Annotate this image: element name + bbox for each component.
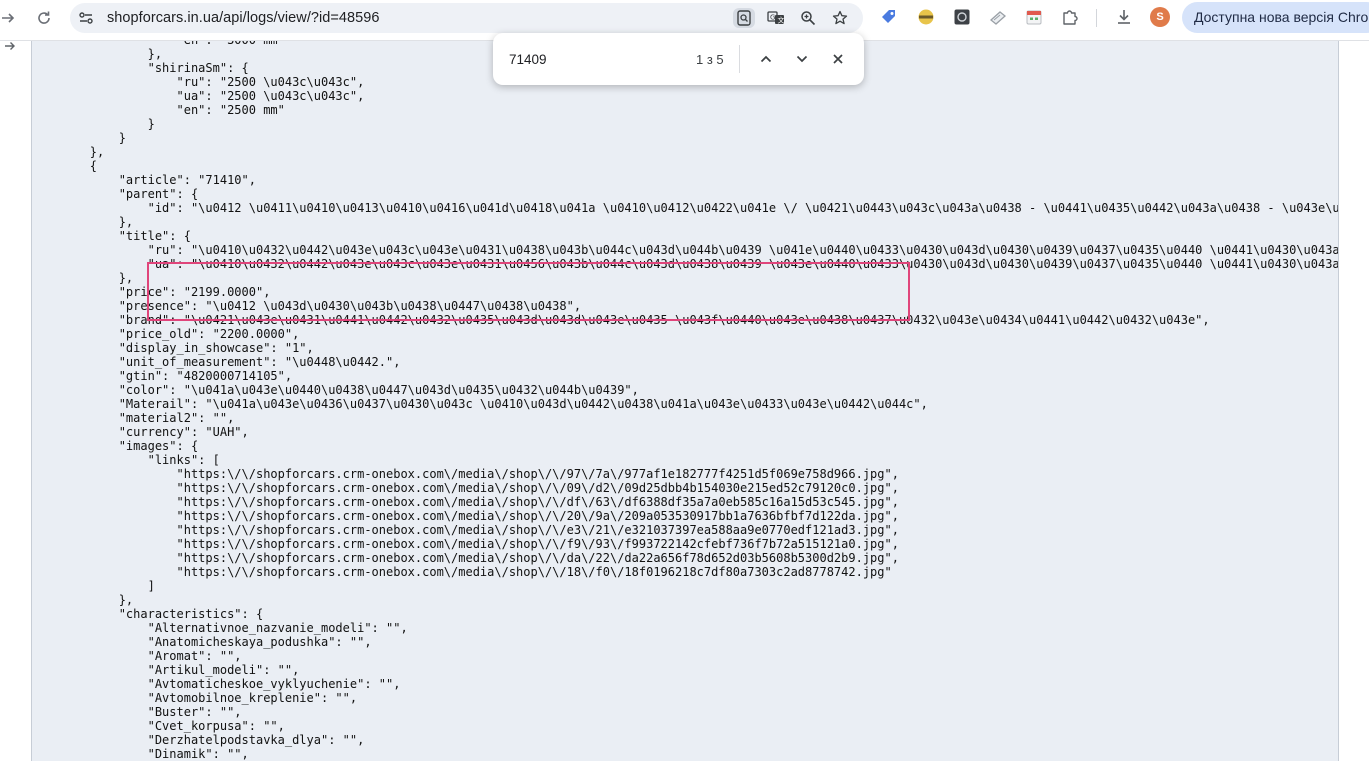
collapse-arrow-icon[interactable] [2, 38, 18, 54]
json-line: "links": [ [32, 453, 220, 467]
json-line: "parent": { [32, 187, 199, 201]
json-line: }, [32, 145, 105, 159]
coin-extension-icon[interactable] [917, 8, 935, 26]
json-line: "currency": "UAH", [32, 425, 249, 439]
json-line: "material2": "", [32, 411, 235, 425]
find-bar: 71409 1 з 5 [493, 33, 864, 85]
json-line: "Cvet_korpusa": "", [32, 719, 285, 733]
json-line: "id": "\u0412 \u0411\u0410\u0413\u0410\u… [32, 201, 1339, 215]
translate-icon[interactable]: G文 [765, 8, 787, 28]
address-bar[interactable]: shopforcars.in.ua/api/logs/view/?id=4859… [70, 3, 863, 33]
json-line: "characteristics": { [32, 607, 264, 621]
json-line: } [32, 117, 155, 131]
json-line: "Anatomicheskaya_podushka": "", [32, 635, 372, 649]
json-line: "Dinamik": "", [32, 747, 249, 761]
json-line: "Artikul_modeli": "", [32, 663, 300, 677]
json-line: "Buster": "", [32, 705, 242, 719]
find-separator [739, 45, 740, 73]
find-match-count: 1 з 5 [696, 52, 724, 67]
dark-square-extension-icon[interactable] [953, 8, 971, 26]
json-line: } [32, 131, 126, 145]
calendar-extension-icon[interactable] [1025, 8, 1043, 26]
price-tag-extension-icon[interactable] [880, 8, 898, 26]
json-line: { [32, 159, 98, 173]
svg-text:文: 文 [778, 16, 785, 25]
update-label: Доступна нова версія Chrome [1194, 9, 1369, 25]
json-line: }, [32, 215, 134, 229]
json-line: "Avtomaticheskoe_vyklyuchenie": "", [32, 677, 401, 691]
title-highlight-box [147, 262, 910, 321]
json-line: "title": { [32, 229, 191, 243]
json-line: "https:\/\/shopforcars.crm-onebox.com\/m… [32, 523, 899, 537]
json-viewer: "en": "3000 mm" }, "shirinaSm": { "ru": … [31, 41, 1339, 761]
json-line: ] [32, 579, 155, 593]
json-line: "https:\/\/shopforcars.crm-onebox.com\/m… [32, 495, 899, 509]
extensions-puzzle-icon[interactable] [1061, 8, 1079, 26]
json-line: "color": "\u041a\u043e\u0440\u0438\u0447… [32, 383, 639, 397]
json-line: "ua": "2500 \u043c\u043c", [32, 89, 365, 103]
json-line: "Avtomobilnoe_kreplenie": "", [32, 691, 358, 705]
wallet-extension-icon[interactable] [989, 8, 1007, 26]
json-line: "Aromat": "", [32, 649, 242, 663]
json-line: "https:\/\/shopforcars.crm-onebox.com\/m… [32, 537, 899, 551]
bookmark-star-icon[interactable] [829, 8, 851, 28]
json-line: "en": "2500 mm" [32, 103, 285, 117]
json-line: "https:\/\/shopforcars.crm-onebox.com\/m… [32, 481, 899, 495]
json-line: "https:\/\/shopforcars.crm-onebox.com\/m… [32, 509, 899, 523]
find-close-button[interactable] [828, 49, 848, 69]
site-settings-icon[interactable] [78, 10, 94, 26]
reload-icon[interactable] [32, 6, 56, 30]
json-line: "Derzhatelpodstavka_dlya": "", [32, 733, 365, 747]
json-line: "display_in_showcase": "1", [32, 341, 314, 355]
json-line: "https:\/\/shopforcars.crm-onebox.com\/m… [32, 467, 899, 481]
json-line: "ru": "\u0410\u0432\u0442\u043e\u043c\u0… [32, 243, 1339, 257]
find-in-page-icon[interactable] [733, 8, 755, 28]
json-line: "Materail": "\u041a\u043e\u0436\u0437\u0… [32, 397, 928, 411]
json-line: }, [32, 593, 134, 607]
browser-toolbar: shopforcars.in.ua/api/logs/view/?id=4859… [0, 0, 1369, 36]
json-line: "https:\/\/shopforcars.crm-onebox.com\/m… [32, 565, 892, 579]
toolbar-separator [1096, 9, 1097, 27]
svg-text:G: G [770, 14, 775, 22]
find-previous-button[interactable] [756, 49, 776, 69]
json-line: "https:\/\/shopforcars.crm-onebox.com\/m… [32, 551, 899, 565]
json-line: "article": "71410", [32, 173, 256, 187]
json-line: "Alternativnoe_nazvanie_modeli": "", [32, 621, 408, 635]
find-next-button[interactable] [792, 49, 812, 69]
json-code-block: "en": "3000 mm" }, "shirinaSm": { "ru": … [32, 41, 1339, 761]
url-text[interactable]: shopforcars.in.ua/api/logs/view/?id=4859… [107, 10, 380, 26]
zoom-icon[interactable] [797, 8, 819, 28]
chrome-update-button[interactable]: Доступна нова версія Chrome [1182, 2, 1369, 33]
json-line: "gtin": "4820000714105", [32, 369, 293, 383]
json-line: "price_old": "2200.0000", [32, 327, 300, 341]
profile-avatar[interactable]: S [1150, 7, 1170, 27]
forward-icon[interactable] [0, 6, 20, 30]
json-line: "images": { [32, 439, 199, 453]
json-line: "unit_of_measurement": "\u0448\u0442.", [32, 355, 401, 369]
download-icon[interactable] [1115, 8, 1133, 26]
find-input[interactable]: 71409 [509, 52, 547, 67]
